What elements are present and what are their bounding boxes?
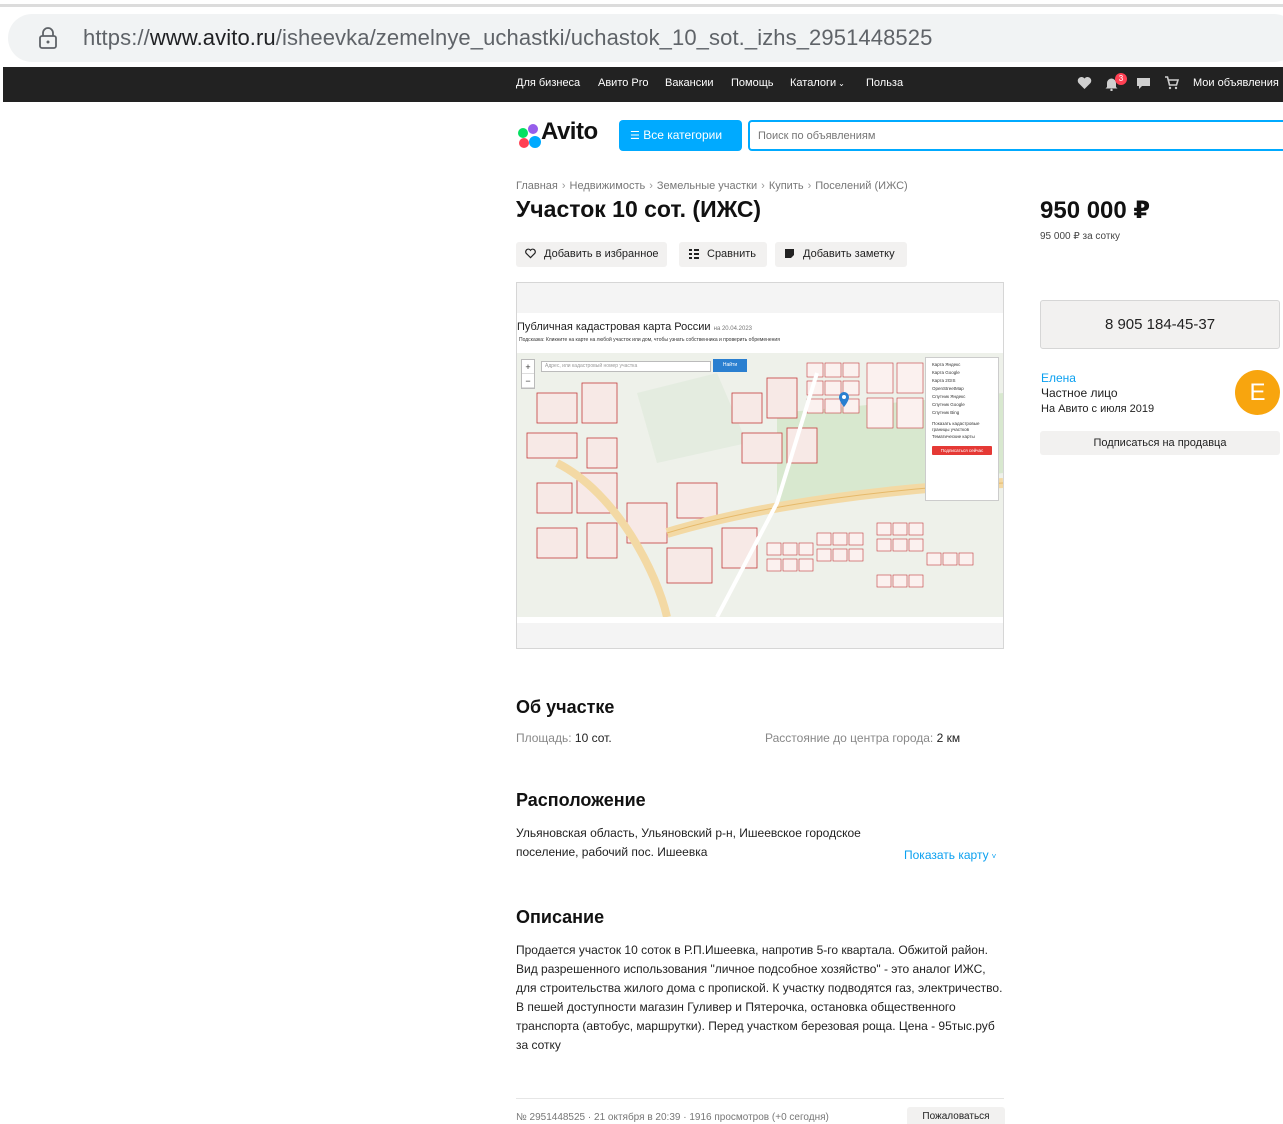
url-scheme: https:// [83,25,150,50]
param-distance-label: Расстояние до центра города: [765,731,934,745]
search-input[interactable] [748,120,1283,151]
show-map-label: Показать карту [904,848,989,862]
param-area-label: Площадь: [516,731,572,745]
all-categories-button[interactable]: ☰ Все категории [619,120,742,151]
nav-business[interactable]: Для бизнеса [516,77,580,89]
location-heading: Расположение [516,790,646,810]
avito-logo-text[interactable]: Avito [541,118,598,146]
url-path: /isheevka/zemelnye_uchastki/uchastok_10_… [275,25,933,50]
nav-benefit[interactable]: Польза [866,77,903,89]
map-zoom-controls: + − [521,359,535,389]
subscribe-seller-button[interactable]: Подписаться на продавца [1040,431,1280,455]
layer-option: Спутник Bing [932,410,960,415]
breadcrumb-separator: › [761,180,765,192]
layer-option: Карта Google [932,370,960,375]
map-date: на 20.04.2023 [713,326,752,332]
nav-my-ads[interactable]: Мои объявления [1193,77,1279,89]
listing-meta: № 2951448525 · 21 октября в 20:39 · 1916… [516,1112,829,1123]
map-title: Публичная кадастровая карта России на 20… [517,321,752,333]
seller-since: На Авито с июля 2019 [1041,403,1155,415]
compare-button[interactable]: Сравнить [679,242,767,267]
layer-option: Спутник Google [932,402,965,407]
report-button[interactable]: Пожаловаться [907,1107,1005,1124]
avito-logo-icon[interactable] [516,120,542,150]
breadcrumb: Главная › Недвижимость › Земельные участки › К… [516,180,908,192]
description-heading: Описание [516,907,605,927]
messages-icon[interactable] [1136,76,1151,90]
param-area: Площадь: 10 сот. [516,731,612,745]
breadcrumb-separator: › [649,180,653,192]
nav-avito-pro[interactable]: Авито Pro [598,77,649,89]
zoom-out-button[interactable]: − [522,374,534,388]
show-map-link[interactable]: Показать карту ˅ [904,848,996,862]
chevron-down-icon: ˅ [991,852,997,861]
layer-option: Спутник Яндекс [932,394,966,399]
layer-option: Карта 2GIS [932,378,956,383]
map-search-input: Адрес, или кадастровый номер участка [541,361,711,372]
all-categories-label: Все категории [643,128,723,142]
heart-icon [525,248,536,259]
search-icon: ☰ [630,130,640,142]
add-to-favorites-label: Добавить в избранное [544,248,659,260]
nav-catalogs-label: Каталоги [790,77,837,89]
param-distance-value: 2 км [936,731,961,745]
breadcrumb-item-land[interactable]: Земельные участки [657,180,757,192]
add-note-button[interactable]: Добавить заметку [775,242,907,267]
description-text: Продается участок 10 соток в Р.П.Ишеевка… [516,943,1003,1052]
browser-top-border [0,4,1283,7]
address-text: Ульяновская область, Ульяновский р-н, Иш… [516,826,861,859]
cadastral-map: + − Адрес, или кадастровый номер участка… [517,353,1003,617]
note-icon [785,249,794,258]
listing-image[interactable]: Публичная кадастровая карта России на 20… [516,282,1004,649]
breadcrumb-item-home[interactable]: Главная [516,180,558,192]
url-host: www.avito.ru [149,25,276,50]
compare-icon [689,249,699,259]
cadastral-toggle: Показать кадастровые границы участков [932,421,980,432]
breadcrumb-separator: › [561,180,566,192]
heart-icon[interactable] [1077,76,1092,90]
lock-icon[interactable] [38,27,58,49]
breadcrumb-separator: › [807,180,812,192]
thematic-maps: Тематические карты [932,434,975,439]
price-per-unit: 95 000 ₽ за сотку [1040,231,1120,242]
param-area-value: 10 сот. [574,731,612,745]
avatar[interactable]: Е [1235,370,1280,415]
nav-vacancies[interactable]: Вакансии [665,77,714,89]
nav-help[interactable]: Помощь [731,77,774,89]
map-find-button: Найти [713,359,747,372]
layer-option: OpenStreetMap [932,386,964,391]
notifications-badge: 3 [1115,73,1127,85]
about-heading: Об участке [516,697,615,717]
map-hint: Подсказка: Кликните на карте на любой уч… [519,337,780,343]
breadcrumb-item-realty[interactable]: Недвижимость [570,180,646,192]
map-title-text: Публичная кадастровая карта России [517,321,711,333]
url-text[interactable]: https://www.avito.ru/isheevka/zemelnye_u… [83,25,932,51]
cart-icon[interactable] [1164,76,1179,90]
add-to-favorites-button[interactable]: Добавить в избранное [516,242,667,267]
seller-type: Частное лицо [1041,386,1118,400]
param-distance: Расстояние до центра города: 2 км [765,731,960,745]
page-title: Участок 10 сот. (ИЖС) [516,196,762,222]
price: 950 000 ₽ [1040,197,1151,224]
layer-option: Карта Яндекс [932,362,961,367]
map-subscribe-button: Подписаться сейчас [932,446,992,455]
breadcrumb-item-izhs[interactable]: Поселений (ИЖС) [815,180,907,192]
divider [516,1098,1004,1099]
browser-address-bar: https://www.avito.ru/isheevka/zemelnye_u… [0,0,1283,68]
show-phone-button[interactable]: 8 905 184-45-37 [1040,300,1280,349]
nav-catalogs[interactable]: Каталоги ⌄ [790,77,845,89]
top-navigation: Для бизнеса Авито Pro Вакансии Помощь Ка… [3,67,1283,102]
breadcrumb-item-buy[interactable]: Купить [769,180,804,192]
add-note-label: Добавить заметку [803,248,895,260]
map-layers-panel: Карта Яндекс Карта Google Карта 2GIS Ope… [925,357,999,501]
map-screenshot: Публичная кадастровая карта России на 20… [517,313,1003,623]
seller-name-link[interactable]: Елена [1041,371,1076,385]
chevron-down-icon: ⌄ [838,79,845,88]
compare-label: Сравнить [707,248,757,260]
zoom-in-button[interactable]: + [522,360,534,374]
